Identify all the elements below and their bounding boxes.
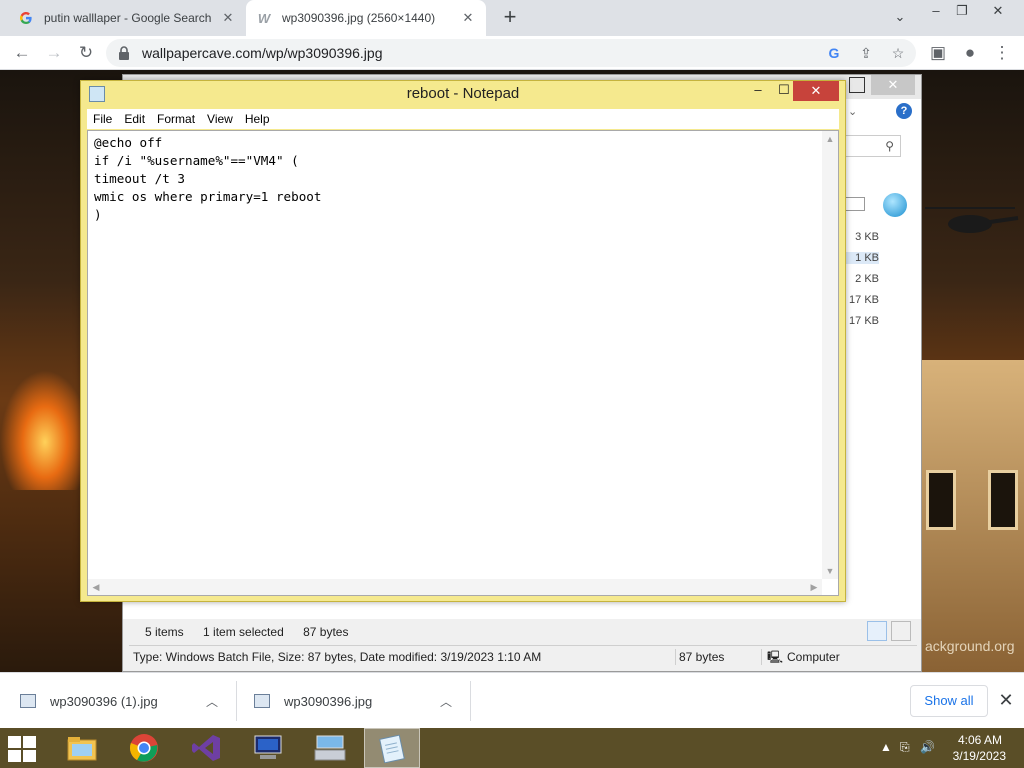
scroll-down-icon[interactable]: ▼: [822, 563, 838, 579]
show-all-button[interactable]: Show all: [910, 685, 988, 717]
clock-time[interactable]: 4:06 AM: [958, 733, 1002, 747]
network-icon[interactable]: ⎘: [900, 740, 910, 755]
tab-google-search[interactable]: putin walllaper - Google Search ✕: [8, 0, 247, 36]
side-panel-icon[interactable]: ▣: [926, 41, 950, 65]
explorer-status-bar: 5 items 1 item selected 87 bytes: [145, 625, 364, 639]
menu-help[interactable]: Help: [239, 109, 276, 129]
tab-search-chevron-icon[interactable]: ⌄: [884, 6, 916, 30]
file-size-field: 87 bytes: [679, 650, 725, 664]
close-window-icon[interactable]: ✕: [982, 0, 1014, 24]
google-g-icon: [18, 10, 34, 26]
visual-studio-icon[interactable]: [178, 728, 234, 768]
bookmark-star-icon[interactable]: ☆: [888, 44, 908, 62]
maximize-icon[interactable]: [849, 77, 865, 93]
white-house-graphic: [922, 360, 1024, 672]
search-input[interactable]: ⚲: [845, 135, 901, 157]
forward-arrow-icon[interactable]: →: [42, 41, 66, 65]
selection-size: 87 bytes: [303, 625, 349, 639]
download-item[interactable]: wp3090396.jpg ︿: [254, 673, 468, 729]
menu-bar: File Edit Format View Help: [87, 109, 839, 129]
reload-icon[interactable]: ↻: [74, 41, 98, 65]
notepad-icon[interactable]: [364, 728, 420, 768]
computer-icon: 🖳: [767, 650, 784, 664]
window-title: reboot - Notepad: [406, 85, 520, 102]
helicopter-graphic: [925, 207, 1019, 233]
tab-title: wp3090396.jpg (2560×1440): [282, 11, 436, 25]
tab-wallpaper-image[interactable]: W wp3090396.jpg (2560×1440) ✕: [246, 0, 486, 36]
clock-date[interactable]: 3/19/2023: [953, 749, 1006, 763]
tab-title: putin walllaper - Google Search: [44, 11, 212, 25]
menu-file[interactable]: File: [87, 109, 118, 129]
chevron-up-icon[interactable]: ︿: [206, 693, 218, 710]
file-details: Type: Windows Batch File, Size: 87 bytes…: [133, 650, 542, 664]
image-file-icon: [20, 694, 36, 708]
on-screen-keyboard-icon[interactable]: [302, 728, 358, 768]
menu-edit[interactable]: Edit: [118, 109, 151, 129]
minimize-button[interactable]: –: [745, 81, 771, 101]
url-text: wallpapercave.com/wp/wp3090396.jpg: [142, 45, 383, 61]
chevron-up-icon[interactable]: ︿: [440, 693, 452, 710]
scroll-up-icon[interactable]: ▲: [822, 131, 838, 147]
volume-icon[interactable]: 🔊: [920, 740, 935, 754]
browser-toolbar: ← → ↻ wallpapercave.com/wp/wp3090396.jpg…: [0, 36, 1024, 70]
text-editor[interactable]: @echo off if /i "%username%"=="VM4" ( ti…: [87, 130, 839, 596]
preview-pane-icon[interactable]: [845, 197, 865, 211]
image-file-icon: [254, 694, 270, 708]
close-download-bar-icon[interactable]: ✕: [996, 689, 1016, 711]
restore-icon[interactable]: ❐: [946, 0, 978, 24]
remote-desktop-icon[interactable]: [240, 728, 296, 768]
show-hidden-icons-chevron-icon[interactable]: ▲: [880, 740, 892, 754]
editor-content[interactable]: @echo off if /i "%username%"=="VM4" ( ti…: [94, 134, 816, 574]
lock-icon: [119, 46, 129, 60]
download-shelf: wp3090396 (1).jpg ︿ wp3090396.jpg ︿ Show…: [0, 672, 1024, 728]
scroll-right-icon[interactable]: ▶: [806, 579, 822, 595]
tab-close-icon[interactable]: ✕: [220, 10, 236, 26]
chrome-icon[interactable]: [116, 728, 172, 768]
download-filename: wp3090396 (1).jpg: [50, 693, 158, 709]
share-icon[interactable]: ⇪: [856, 44, 876, 62]
notepad-window: reboot - Notepad – ☐ ✕ File Edit Format Vie…: [80, 80, 846, 602]
download-filename: wp3090396.jpg: [284, 693, 373, 709]
close-button[interactable]: ✕: [793, 81, 839, 101]
windows-start-icon[interactable]: [8, 736, 38, 762]
explorer-details-bar: Type: Windows Batch File, Size: 87 bytes…: [129, 645, 917, 667]
fire-graphic: [0, 370, 90, 490]
profile-avatar-icon[interactable]: ●: [958, 41, 982, 65]
address-bar[interactable]: wallpapercave.com/wp/wp3090396.jpg G ⇪ ☆: [106, 39, 916, 67]
location-label: Computer: [787, 650, 840, 664]
menu-view[interactable]: View: [201, 109, 239, 129]
details-view-icon[interactable]: [867, 621, 887, 641]
close-icon[interactable]: ✕: [871, 75, 915, 95]
file-explorer-icon[interactable]: [54, 728, 110, 768]
help-icon[interactable]: ⌄ ?: [848, 103, 912, 123]
back-arrow-icon[interactable]: ←: [10, 41, 34, 65]
horizontal-scrollbar[interactable]: ◀ ▶: [88, 579, 822, 595]
wallpapercave-icon: W: [257, 10, 271, 26]
tab-close-icon[interactable]: ✕: [460, 10, 476, 26]
download-item[interactable]: wp3090396 (1).jpg ︿: [20, 673, 234, 729]
network-globe-icon[interactable]: [883, 193, 907, 217]
menu-kebab-icon[interactable]: ⋮: [990, 41, 1014, 65]
scroll-left-icon[interactable]: ◀: [88, 579, 104, 595]
new-tab-button[interactable]: +: [498, 6, 522, 30]
search-icon: ⚲: [885, 139, 894, 153]
watermark-text: ackground.org: [925, 638, 1015, 654]
system-tray: ▲ ⎘ 🔊 4:06 AM 3/19/2023: [864, 728, 1024, 768]
google-lens-icon[interactable]: G: [824, 44, 844, 62]
taskbar: ▲ ⎘ 🔊 4:06 AM 3/19/2023: [0, 728, 1024, 768]
large-icons-view-icon[interactable]: [891, 621, 911, 641]
vertical-scrollbar[interactable]: ▲ ▼: [822, 131, 838, 579]
menu-format[interactable]: Format: [151, 109, 201, 129]
selection-count: 1 item selected: [203, 625, 284, 639]
browser-tab-strip: putin walllaper - Google Search ✕ W wp30…: [0, 0, 1024, 36]
item-count: 5 items: [145, 625, 184, 639]
